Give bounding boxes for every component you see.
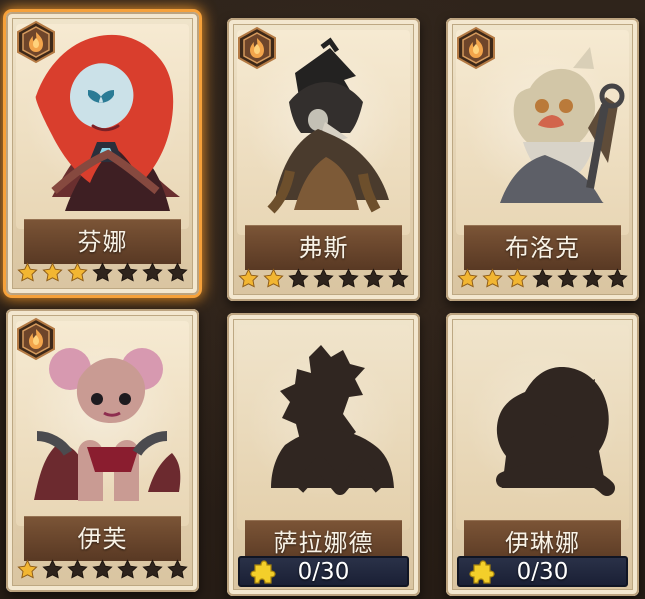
star-icon <box>17 262 38 282</box>
hero-card-eve[interactable]: 伊芙 <box>6 309 199 592</box>
shard-progress-bar: 0/30 <box>238 556 409 587</box>
star-icon <box>482 268 503 288</box>
star-icon <box>92 559 113 579</box>
hero-card-fenna[interactable]: 芬娜 <box>6 12 199 295</box>
star-icon <box>532 268 553 288</box>
hero-collection-grid: 芬娜 弗斯 布洛克 伊芙 萨拉娜德 0/30 伊琳娜 0/30 <box>0 0 645 599</box>
hero-card-vos[interactable]: 弗斯 <box>227 18 420 301</box>
star-icon <box>338 268 359 288</box>
hero-card-irina[interactable]: 伊琳娜 0/30 <box>446 313 639 596</box>
hero-name: 布洛克 <box>505 233 580 262</box>
flame-emblem-icon <box>235 26 279 70</box>
star-icon <box>167 262 188 282</box>
hero-name-plate: 布洛克 <box>464 225 621 270</box>
star-rating <box>237 265 410 293</box>
star-icon <box>507 268 528 288</box>
hero-name-plate: 伊芙 <box>24 516 181 561</box>
hero-name: 伊芙 <box>77 524 128 553</box>
hero-name-plate: 芬娜 <box>24 219 181 264</box>
star-icon <box>363 268 384 288</box>
star-icon <box>67 559 88 579</box>
star-icon <box>457 268 478 288</box>
hero-card-brock[interactable]: 布洛克 <box>446 18 639 301</box>
star-icon <box>557 268 578 288</box>
star-icon <box>117 262 138 282</box>
star-icon <box>167 559 188 579</box>
star-icon <box>67 262 88 282</box>
star-icon <box>42 262 63 282</box>
star-icon <box>582 268 603 288</box>
silhouette-icon <box>237 325 410 530</box>
flame-emblem-icon <box>14 20 58 64</box>
star-icon <box>263 268 284 288</box>
star-icon <box>117 559 138 579</box>
star-icon <box>607 268 628 288</box>
star-icon <box>42 559 63 579</box>
star-icon <box>142 262 163 282</box>
shard-progress-text: 0/30 <box>516 559 569 585</box>
star-rating <box>16 259 189 287</box>
star-icon <box>238 268 259 288</box>
star-icon <box>388 268 409 288</box>
shard-progress-text: 0/30 <box>297 559 350 585</box>
star-icon <box>142 559 163 579</box>
hero-name: 伊琳娜 <box>505 528 580 557</box>
hero-name: 弗斯 <box>298 233 349 262</box>
hero-name: 萨拉娜德 <box>273 528 374 557</box>
hero-name-plate: 弗斯 <box>245 225 402 270</box>
flame-emblem-icon <box>454 26 498 70</box>
star-rating <box>16 556 189 584</box>
star-icon <box>288 268 309 288</box>
shard-progress-bar: 0/30 <box>457 556 628 587</box>
silhouette-icon <box>456 325 629 530</box>
hero-name: 芬娜 <box>77 227 128 256</box>
star-icon <box>17 559 38 579</box>
star-icon <box>313 268 334 288</box>
star-icon <box>92 262 113 282</box>
star-rating <box>456 265 629 293</box>
hero-card-saranad[interactable]: 萨拉娜德 0/30 <box>227 313 420 596</box>
flame-emblem-icon <box>14 317 58 361</box>
